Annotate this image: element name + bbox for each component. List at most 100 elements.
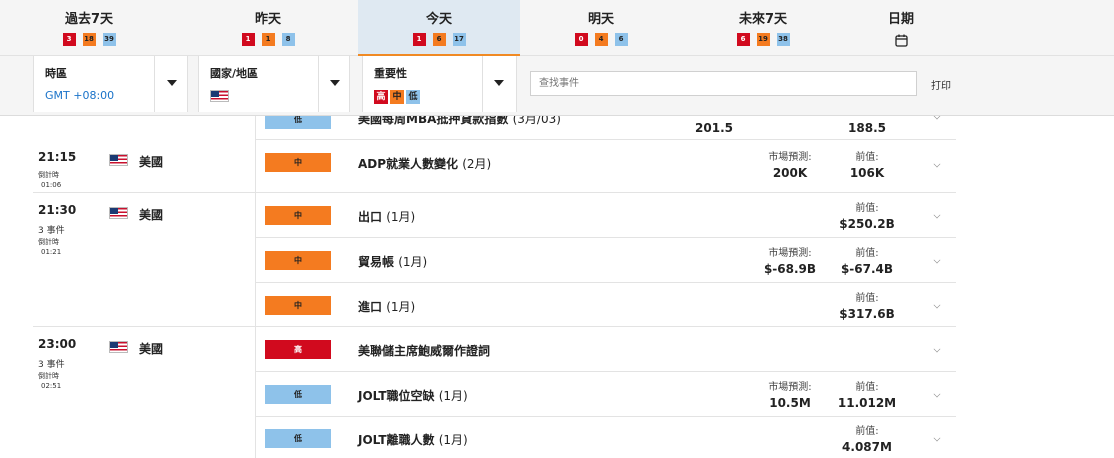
timezone-value: GMT +08:00 (45, 89, 115, 102)
tab-yesterday[interactable]: 昨天 1 1 8 (178, 0, 358, 56)
chevron-down-icon[interactable] (933, 211, 941, 219)
event-title: 美國每周MBA抵押貸款指數 (358, 116, 509, 126)
chevron-down-icon[interactable] (933, 301, 941, 309)
medium-count: 18 (82, 33, 96, 46)
previous-value: 188.5 (848, 121, 886, 135)
event-title: 貿易帳 (358, 255, 395, 269)
forecast-label: 市場預測: (768, 152, 812, 163)
previous-column: 前值: 11.012M (827, 378, 907, 410)
importance-select[interactable]: 重要性 高 中 低 (362, 56, 517, 112)
tab-date-picker[interactable]: 日期 (844, 0, 958, 56)
forecast-value: 10.5M (769, 396, 811, 410)
timezone-select[interactable]: 時區 GMT +08:00 (33, 56, 188, 112)
importance-badge: 低 (265, 429, 331, 448)
previous-value: 106K (849, 166, 885, 180)
event-name: JOLT離職人數 (1月) (358, 431, 468, 448)
country-label: 國家/地區 (210, 67, 259, 80)
country-name: 美國 (139, 342, 164, 356)
country-select[interactable]: 國家/地區 (198, 56, 350, 112)
timezone-label: 時區 (45, 67, 67, 80)
event-row[interactable]: 中 進口 (1月) 前值: $317.6B (255, 283, 956, 327)
medium-count: 6 (432, 33, 446, 46)
previous-value: $250.2B (839, 217, 895, 231)
actual-value: 201.5 (695, 121, 733, 135)
us-flag-icon (210, 90, 229, 102)
countdown-label: 倒計時 (38, 372, 59, 380)
chevron-down-icon[interactable] (933, 256, 941, 264)
event-title: 出口 (358, 210, 383, 224)
previous-column: 前值: $317.6B (827, 289, 907, 321)
tab-label: 今天 (425, 12, 452, 27)
high-importance-icon: 高 (374, 90, 388, 104)
print-button[interactable]: 打印 (931, 77, 951, 92)
importance-badge: 低 (265, 116, 331, 129)
event-period: (3月/03) (512, 116, 561, 126)
chevron-down-icon[interactable] (933, 434, 941, 442)
filter-bar: 時區 GMT +08:00 國家/地區 重要性 高 中 低 打印 (0, 56, 1114, 116)
search-input[interactable] (530, 71, 917, 96)
importance-levels: 高 中 低 (374, 90, 420, 104)
tab-label: 過去7天 (64, 12, 114, 27)
events-count: 3 事件 (38, 226, 65, 236)
medium-count: 19 (756, 33, 770, 46)
us-flag-icon (109, 207, 128, 219)
importance-badge: 中 (265, 251, 331, 270)
group-time: 23:00 (38, 337, 77, 351)
chevron-down-icon[interactable] (933, 345, 941, 353)
tab-past-7-days[interactable]: 過去7天 3 18 39 (0, 0, 178, 56)
event-row[interactable]: 低 美國每周MBA抵押貸款指數 (3月/03) 201.5 188.5 (255, 116, 956, 140)
event-row[interactable]: 高 美聯儲主席鮑威爾作證詞 (255, 327, 956, 372)
tab-today[interactable]: 今天 1 6 17 (358, 0, 520, 56)
high-count: 0 (574, 33, 588, 46)
caret-down-icon[interactable] (330, 80, 340, 86)
event-row[interactable]: 中 ADP就業人數變化 (2月) 市場預測: 200K 前值: 106K (255, 140, 956, 193)
event-name: 進口 (1月) (358, 298, 415, 315)
previous-label: 前值: (855, 382, 879, 393)
calendar-icon (894, 32, 908, 51)
event-period: (1月) (438, 433, 468, 447)
low-count: 6 (614, 33, 628, 46)
group-time: 21:15 (38, 150, 77, 164)
high-count: 3 (62, 33, 76, 46)
us-flag-icon (109, 154, 128, 166)
chevron-down-icon[interactable] (933, 116, 941, 120)
event-name: 出口 (1月) (358, 208, 415, 225)
importance-badge: 中 (265, 153, 331, 172)
divider (482, 56, 483, 112)
event-period: (1月) (386, 300, 416, 314)
event-row[interactable]: 低 JOLT職位空缺 (1月) 市場預測: 10.5M 前值: 11.012M (255, 372, 956, 417)
divider (154, 56, 155, 112)
event-name: 美聯儲主席鮑威爾作證詞 (358, 342, 490, 359)
event-period: (1月) (386, 210, 416, 224)
event-row[interactable]: 低 JOLT離職人數 (1月) 前值: 4.087M (255, 417, 956, 458)
medium-count: 4 (594, 33, 608, 46)
forecast-label: 市場預測: (768, 248, 812, 259)
low-count: 17 (452, 33, 466, 46)
previous-column: 前值: 4.087M (827, 422, 907, 454)
forecast-column: 市場預測: $-68.9B (750, 244, 830, 276)
tab-label: 明天 (587, 12, 614, 27)
low-count: 8 (281, 33, 295, 46)
event-name: 貿易帳 (1月) (358, 253, 427, 270)
importance-badge: 低 (265, 385, 331, 404)
country-name: 美國 (139, 208, 164, 222)
chevron-down-icon[interactable] (933, 390, 941, 398)
chevron-down-icon[interactable] (933, 160, 941, 168)
low-count: 38 (776, 33, 790, 46)
event-title: 美聯儲主席鮑威爾作證詞 (358, 344, 491, 358)
event-row[interactable]: 中 出口 (1月) 前值: $250.2B (255, 193, 956, 238)
previous-label: 前值: (855, 293, 879, 304)
caret-down-icon[interactable] (494, 80, 504, 86)
high-count: 6 (736, 33, 750, 46)
tab-tomorrow[interactable]: 明天 0 4 6 (520, 0, 682, 56)
group-time: 21:30 (38, 203, 77, 217)
event-title: 進口 (358, 300, 383, 314)
event-period: (2月) (462, 157, 492, 171)
high-count: 1 (412, 33, 426, 46)
tab-next-7-days[interactable]: 未來7天 6 19 38 (682, 0, 844, 56)
caret-down-icon[interactable] (167, 80, 177, 86)
event-row[interactable]: 中 貿易帳 (1月) 市場預測: $-68.9B 前值: $-67.4B (255, 238, 956, 283)
previous-value: $-67.4B (840, 262, 894, 276)
event-name: ADP就業人數變化 (2月) (358, 155, 491, 172)
divider (318, 56, 319, 112)
